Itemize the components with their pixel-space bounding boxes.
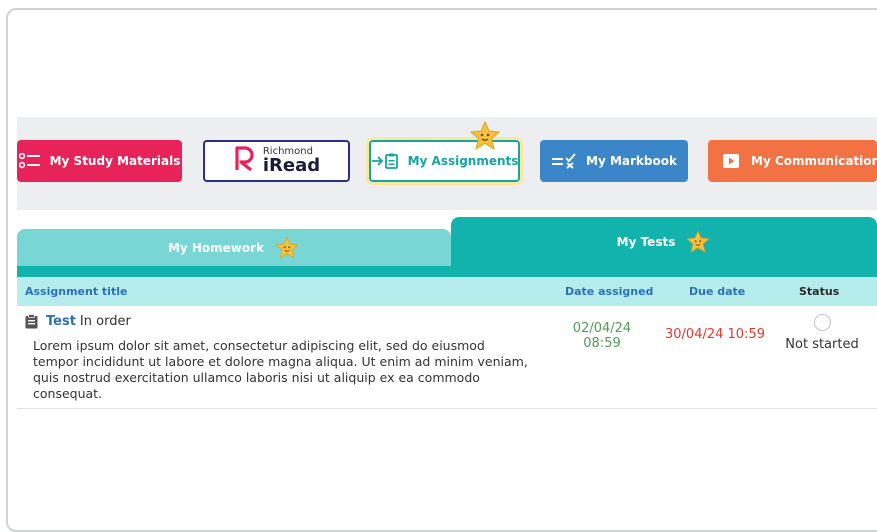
study-materials-label: My Study Materials (49, 154, 181, 168)
tab-homework-label: My Homework (167, 240, 265, 255)
markbook-icon (551, 153, 577, 169)
markbook-label: My Markbook (586, 154, 677, 168)
iread-r-icon (233, 145, 257, 177)
star-mascot-icon (468, 120, 502, 155)
header-date-assigned[interactable]: Date assigned (565, 285, 653, 298)
status-circle-icon (813, 314, 831, 331)
assignment-title[interactable]: Test In order (25, 314, 131, 329)
tab-tests-label: My Tests (616, 234, 676, 249)
study-materials-button[interactable]: My Study Materials (17, 140, 182, 182)
tab-tests[interactable]: My Tests (451, 217, 877, 266)
date-assigned: 02/04/24 08:59 (567, 321, 637, 351)
date-assigned-time: 08:59 (583, 336, 621, 351)
clipboard-icon (25, 314, 38, 329)
play-icon (722, 153, 742, 169)
header-status[interactable]: Status (799, 285, 839, 298)
markbook-button[interactable]: My Markbook (540, 140, 688, 182)
due-date: 30/04/24 10:59 (665, 327, 765, 342)
status-label: Not started (785, 337, 859, 352)
tab-underline-bar (17, 266, 877, 277)
communications-button[interactable]: My Communications (708, 140, 877, 182)
status-cell: Not started (777, 314, 867, 352)
iread-main-text: iRead (262, 155, 321, 176)
star-mascot-icon (274, 235, 300, 260)
list-icon (18, 153, 41, 169)
table-header: Assignment title Date assigned Due date … (17, 277, 877, 306)
communications-label: My Communications (751, 154, 877, 168)
star-mascot-icon (685, 229, 711, 254)
assignment-description: Lorem ipsum dolor sit amet, consectetur … (33, 338, 528, 401)
date-assigned-date: 02/04/24 (572, 321, 632, 336)
header-due-date[interactable]: Due date (689, 285, 745, 298)
assignment-icon (371, 153, 399, 169)
table-row[interactable]: Test In order Lorem ipsum dolor sit amet… (17, 306, 877, 409)
assignment-type: Test (46, 314, 76, 329)
header-assignment-title[interactable]: Assignment title (25, 285, 127, 298)
iread-logo: Richmond iRead (233, 145, 320, 177)
iread-button[interactable]: Richmond iRead (203, 140, 350, 182)
assignments-label: My Assignments (407, 154, 519, 168)
assignment-name: In order (79, 314, 131, 329)
tab-homework[interactable]: My Homework (17, 229, 451, 266)
